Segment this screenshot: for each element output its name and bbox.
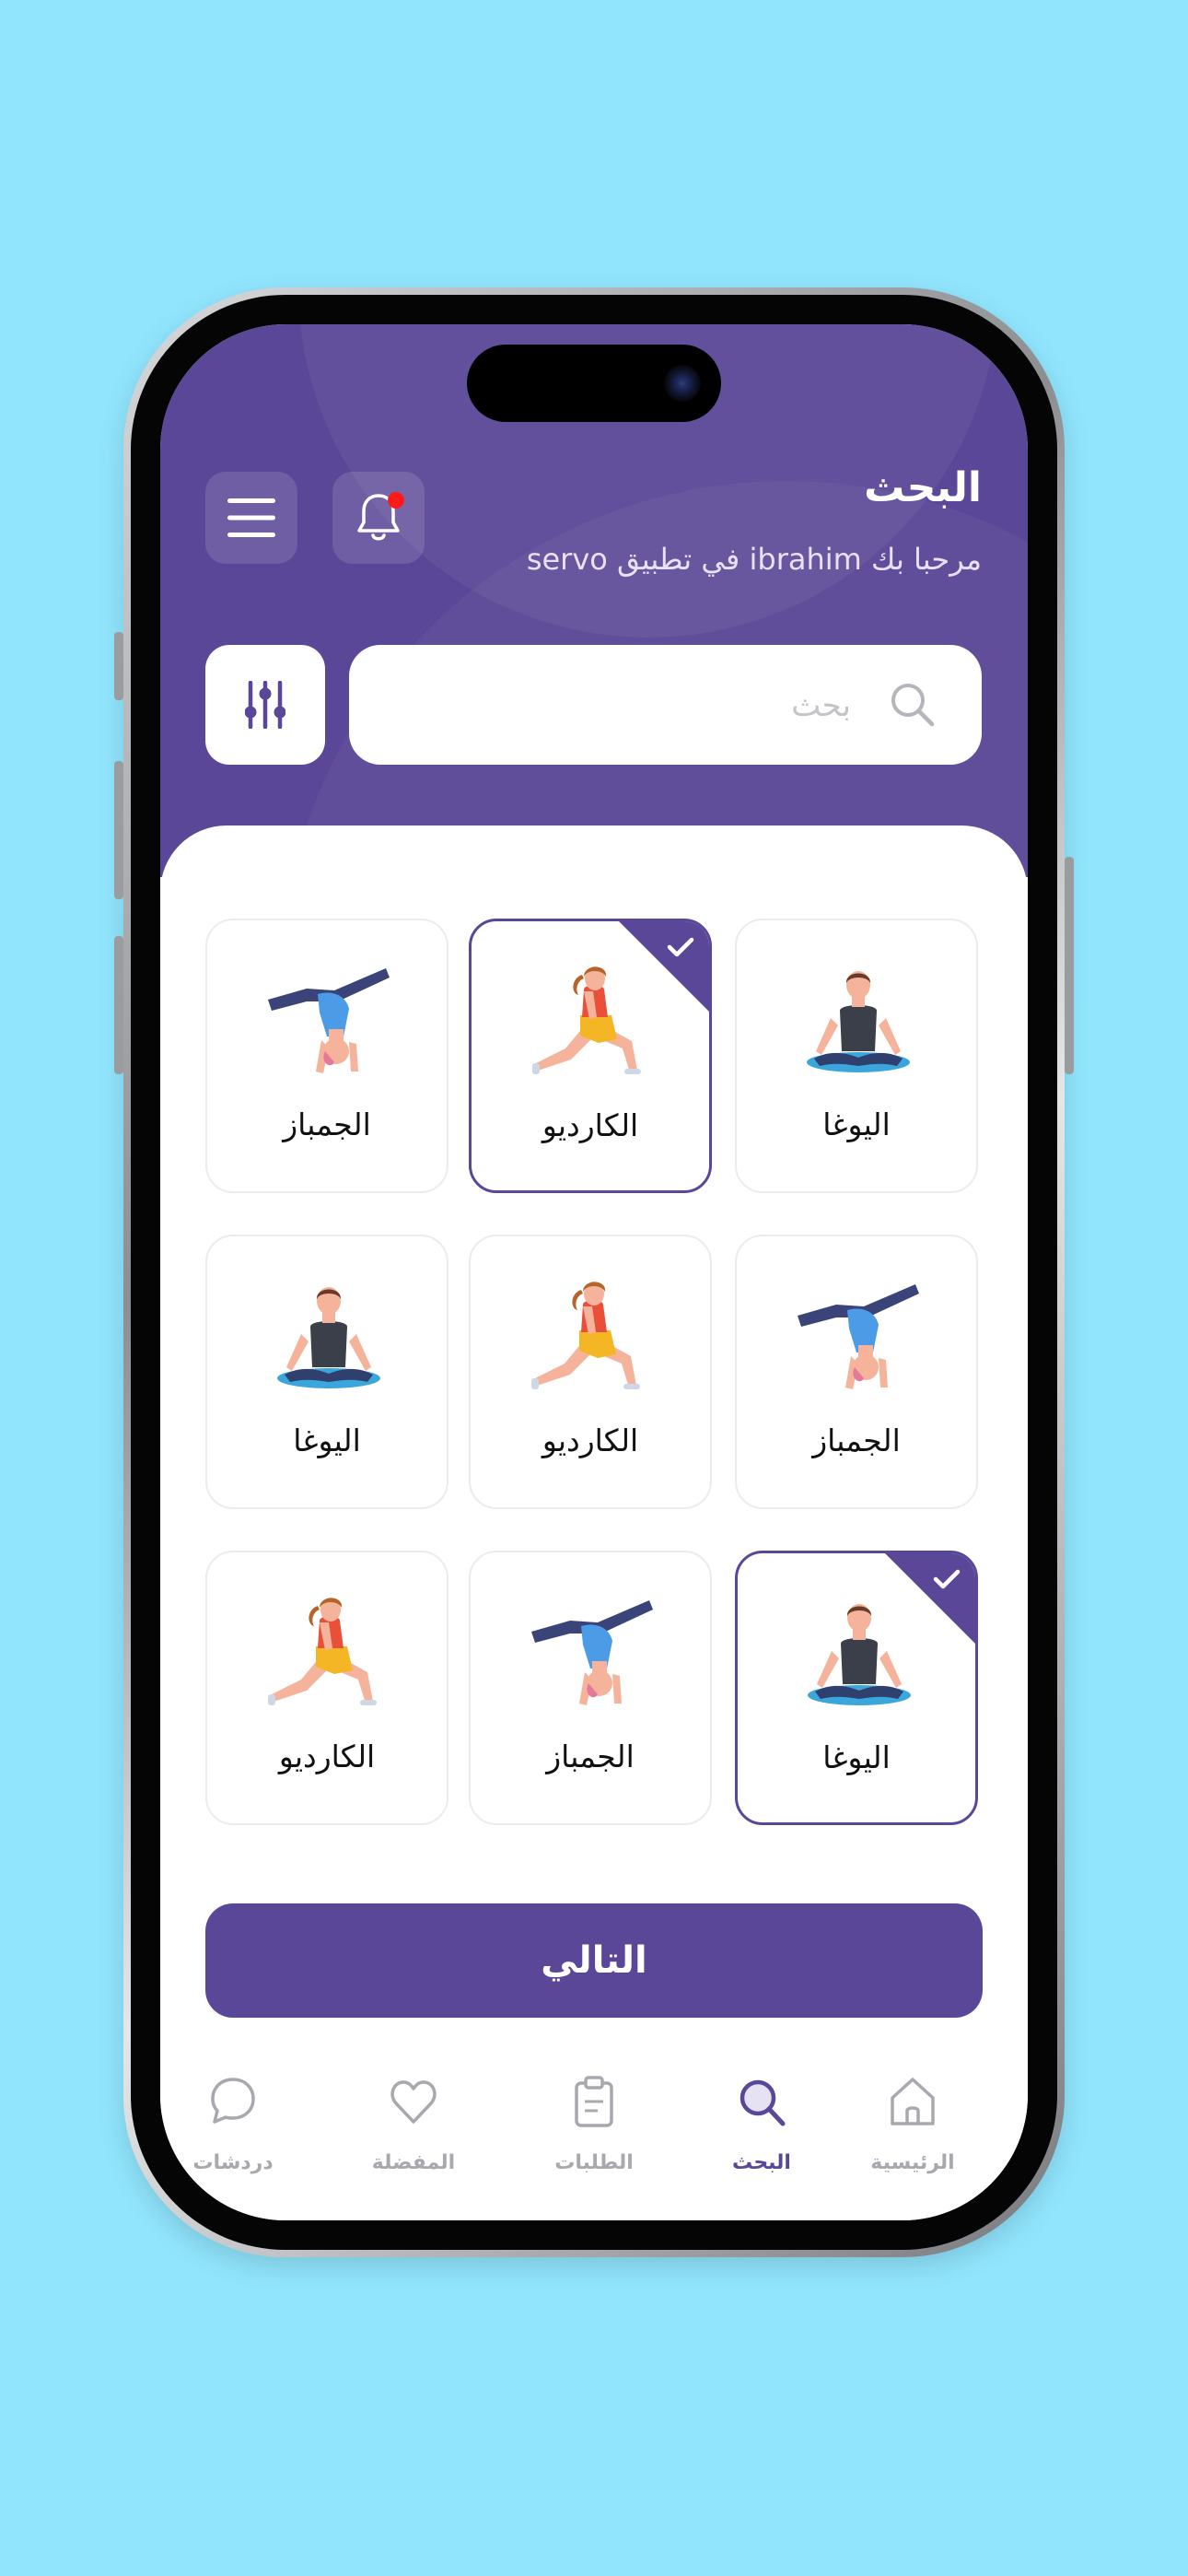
gymnastics-figure bbox=[528, 1595, 657, 1715]
category-card[interactable]: الكارديو bbox=[205, 1551, 448, 1825]
category-label: الكارديو bbox=[278, 1739, 376, 1774]
checkmark-icon bbox=[667, 937, 694, 957]
notifications-button[interactable] bbox=[332, 472, 425, 564]
next-button[interactable]: التالي bbox=[205, 1903, 983, 2018]
category-card[interactable]: الكارديو bbox=[469, 919, 712, 1193]
tab-orders[interactable]: الطلبات bbox=[525, 2070, 663, 2190]
category-card[interactable]: اليوغا bbox=[735, 919, 978, 1193]
hamburger-icon bbox=[227, 498, 275, 537]
bottom-tab-bar: الرئيسية البحث الطلبات المفضلة دردشات bbox=[160, 2070, 1028, 2190]
tab-label: البحث bbox=[732, 2151, 791, 2174]
home-icon bbox=[891, 2078, 935, 2125]
volume-down-button bbox=[114, 936, 123, 1074]
front-camera bbox=[664, 365, 701, 402]
tab-label: المفضلة bbox=[371, 2151, 456, 2174]
search-icon bbox=[891, 684, 935, 727]
category-label: الكارديو bbox=[542, 1107, 639, 1143]
heart-icon bbox=[390, 2080, 437, 2124]
gymnastics-figure bbox=[794, 1279, 923, 1399]
category-card[interactable]: الكارديو bbox=[469, 1235, 712, 1509]
checkmark-icon bbox=[933, 1569, 961, 1589]
tab-favorites[interactable]: المفضلة bbox=[344, 2070, 483, 2190]
tab-search[interactable]: البحث bbox=[693, 2070, 831, 2190]
app-screen: البحث مرحبا بك ibrahim في تطبيق servo ال… bbox=[160, 324, 1028, 2220]
tab-chats[interactable]: دردشات bbox=[164, 2070, 302, 2190]
tab-label: الطلبات bbox=[554, 2151, 634, 2174]
notification-badge bbox=[388, 492, 404, 509]
selected-indicator bbox=[885, 1553, 975, 1644]
category-label: الجمباز bbox=[546, 1739, 635, 1774]
category-card[interactable]: الجمباز bbox=[469, 1551, 712, 1825]
category-card[interactable]: الجمباز bbox=[205, 919, 448, 1193]
filter-button[interactable] bbox=[205, 645, 325, 765]
yoga-figure bbox=[794, 963, 923, 1083]
page-title: البحث bbox=[864, 464, 982, 511]
category-label: اليوغا bbox=[822, 1739, 891, 1775]
search-icon bbox=[740, 2079, 786, 2126]
gymnastics-figure bbox=[264, 963, 393, 1083]
category-label: الجمباز bbox=[283, 1107, 371, 1142]
category-card[interactable]: اليوغا bbox=[735, 1551, 978, 1825]
yoga-figure bbox=[264, 1279, 393, 1399]
power-button bbox=[1065, 857, 1074, 1074]
action-button bbox=[114, 632, 123, 700]
welcome-subtitle: مرحبا بك ibrahim في تطبيق servo bbox=[526, 542, 982, 577]
category-label: الكارديو bbox=[542, 1423, 639, 1458]
search-input[interactable] bbox=[377, 673, 853, 739]
cardio-figure bbox=[528, 1279, 657, 1399]
dynamic-island bbox=[467, 345, 721, 422]
volume-up-button bbox=[114, 761, 123, 899]
category-card[interactable]: اليوغا bbox=[205, 1235, 448, 1509]
category-card[interactable]: الجمباز bbox=[735, 1235, 978, 1509]
clipboard-icon bbox=[575, 2076, 613, 2127]
sliders-icon bbox=[245, 681, 285, 729]
category-label: اليوغا bbox=[293, 1423, 361, 1458]
selected-indicator bbox=[619, 921, 709, 1012]
tab-label: دردشات bbox=[192, 2151, 274, 2174]
category-label: اليوغا bbox=[822, 1107, 891, 1142]
cardio-figure bbox=[264, 1595, 393, 1715]
search-field[interactable] bbox=[349, 645, 982, 765]
tab-home[interactable]: الرئيسية bbox=[844, 2070, 982, 2190]
tab-label: الرئيسية bbox=[870, 2151, 955, 2174]
chat-bubble-icon bbox=[211, 2078, 255, 2124]
category-label: الجمباز bbox=[812, 1423, 901, 1458]
menu-button[interactable] bbox=[205, 472, 297, 564]
